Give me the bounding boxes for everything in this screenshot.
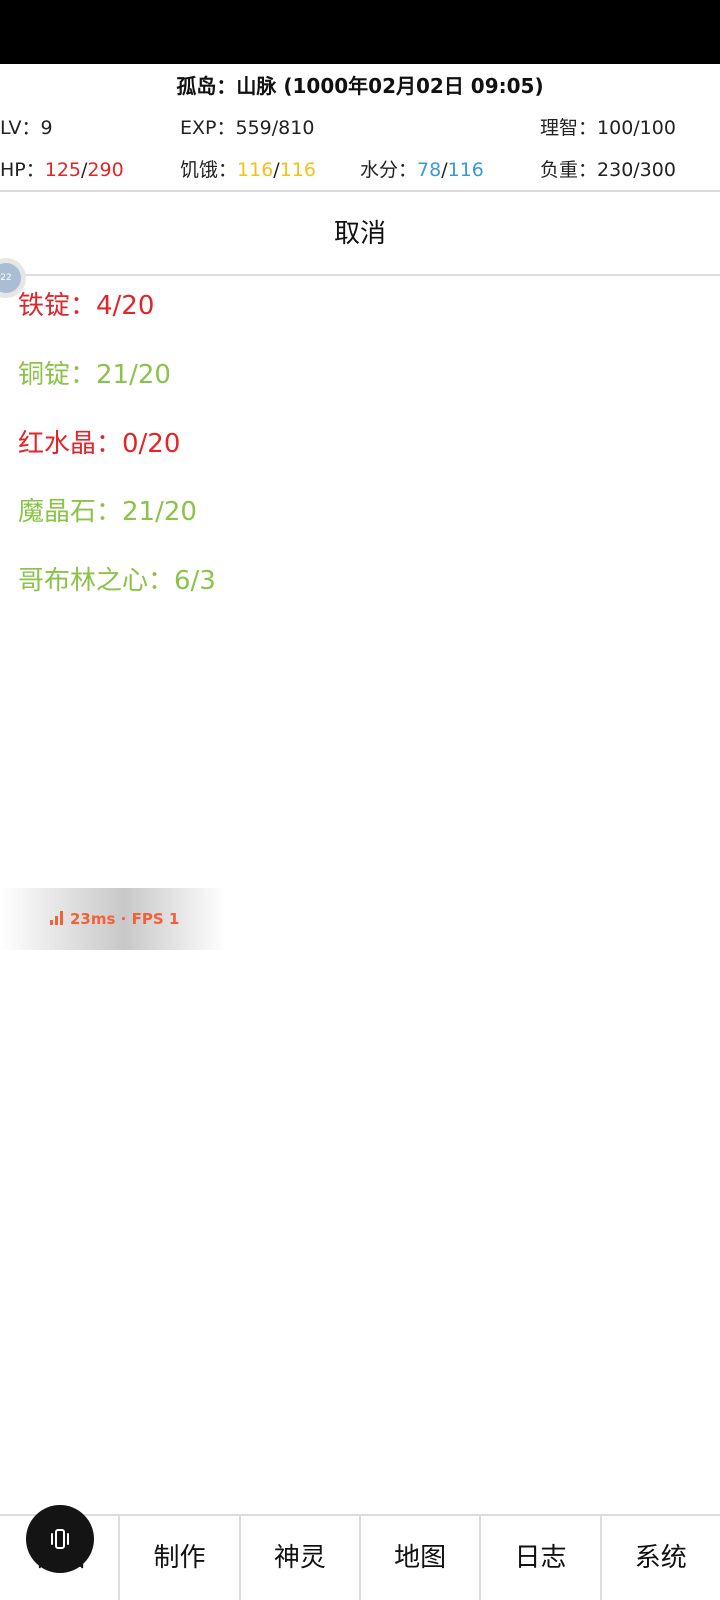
vibrate-icon xyxy=(51,1529,69,1549)
hp-current: 125 xyxy=(44,159,82,181)
tab-log[interactable]: 日志 xyxy=(479,1516,599,1600)
tab-map[interactable]: 地图 xyxy=(358,1516,479,1600)
water-stat: 水分：78/116 xyxy=(360,159,484,181)
load-label: 负重： xyxy=(540,159,598,181)
status-header: 孤岛：山脉 (1000年02月02日 09:05) LV：9 EXP：559/8… xyxy=(0,64,720,192)
signal-icon xyxy=(50,911,64,925)
hp-max: 290 xyxy=(87,159,124,181)
system-status-bar xyxy=(0,0,720,64)
hp-label: HP： xyxy=(0,159,45,181)
fps-overlay: 23ms · FPS 1 xyxy=(0,888,226,950)
fps-readout: 23ms · FPS 1 xyxy=(50,908,179,930)
sanity-value: 100/100 xyxy=(597,117,676,139)
exp-value: 559/810 xyxy=(235,117,315,139)
exp-stat: EXP：559/810 xyxy=(180,114,314,142)
material-item-iron-ingot: 铁锭：4/20 xyxy=(18,291,155,321)
fps-text: 23ms · FPS 1 xyxy=(70,910,180,928)
water-label: 水分： xyxy=(360,159,418,181)
bottom-nav: 物品 制作 神灵 地图 日志 系统 xyxy=(0,1514,720,1600)
hp-stat: HP：125/290 xyxy=(0,159,124,181)
sanity-label: 理智： xyxy=(540,117,598,139)
material-item-red-crystal: 红水晶：0/20 xyxy=(18,429,181,459)
load-value: 230/300 xyxy=(597,159,676,181)
tab-system[interactable]: 系统 xyxy=(599,1516,720,1600)
location-title: 孤岛：山脉 (1000年02月02日 09:05) xyxy=(176,74,544,98)
material-item-magic-crystal: 魔晶石：21/20 xyxy=(18,497,197,527)
water-max: 116 xyxy=(447,159,484,181)
exp-label: EXP： xyxy=(180,117,236,139)
hunger-stat: 饥饿：116/116 xyxy=(180,159,316,181)
material-item-goblin-heart: 哥布林之心：6/3 xyxy=(18,566,216,596)
cancel-button[interactable]: 取消 xyxy=(0,194,720,274)
material-item-copper-ingot: 铜锭：21/20 xyxy=(18,360,171,390)
level-stat: LV：9 xyxy=(0,114,53,142)
hunger-max: 116 xyxy=(279,159,316,181)
hunger-current: 116 xyxy=(237,159,274,181)
tab-deities[interactable]: 神灵 xyxy=(238,1516,359,1600)
load-stat: 负重：230/300 xyxy=(540,156,676,184)
vibration-assist-button[interactable] xyxy=(26,1505,94,1573)
water-current: 78 xyxy=(417,159,442,181)
level-label: LV： xyxy=(0,117,41,139)
cancel-bar: 取消 xyxy=(0,194,720,276)
tab-crafting[interactable]: 制作 xyxy=(118,1516,238,1600)
hunger-label: 饥饿： xyxy=(180,159,238,181)
level-value: 9 xyxy=(40,117,53,139)
sanity-stat: 理智：100/100 xyxy=(540,114,676,142)
